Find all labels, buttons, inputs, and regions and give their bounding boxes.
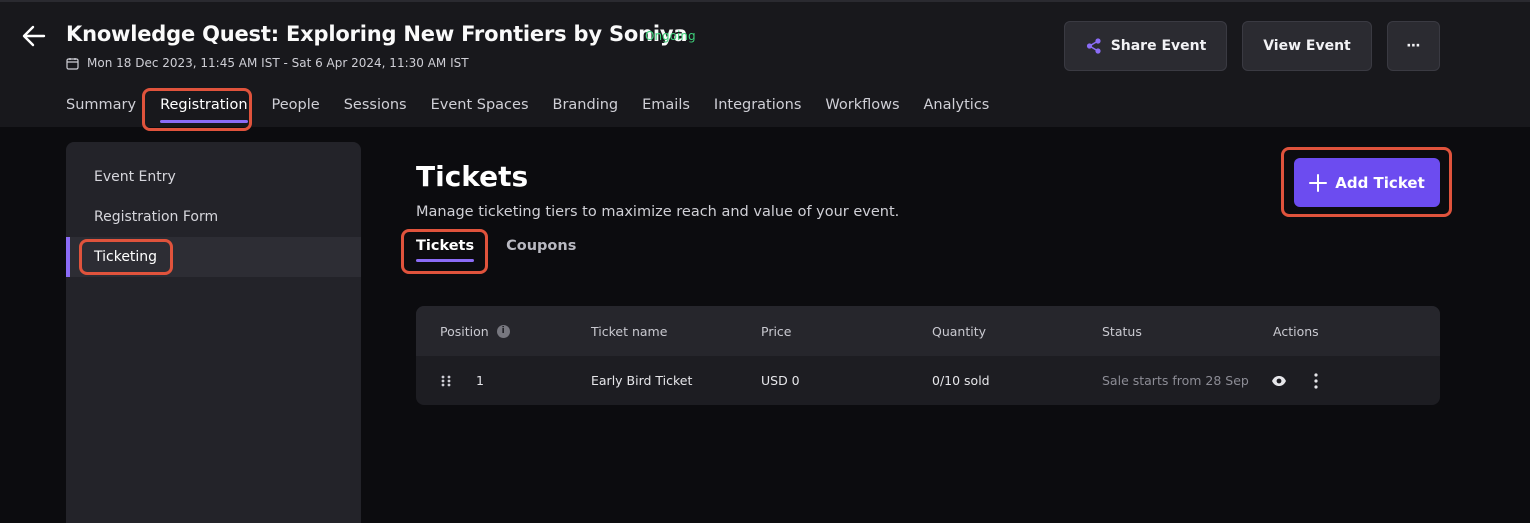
table-row: 1 Early Bird Ticket USD 0 0/10 sold Sale… [416, 356, 1440, 405]
tab-branding[interactable]: Branding [553, 97, 619, 113]
col-price: Price [761, 323, 792, 339]
more-horizontal-icon: ⋯ [1406, 38, 1421, 54]
col-status: Status [1102, 323, 1142, 339]
view-event-label: View Event [1263, 38, 1351, 54]
row-position: 1 [476, 373, 484, 388]
tab-event-spaces[interactable]: Event Spaces [431, 97, 529, 113]
tab-people[interactable]: People [272, 97, 320, 113]
tab-integrations[interactable]: Integrations [714, 97, 801, 113]
tab-emails[interactable]: Emails [642, 97, 690, 113]
sidebar-item-registration-form[interactable]: Registration Form [66, 197, 361, 237]
subtab-coupons[interactable]: Coupons [506, 238, 576, 254]
eye-icon[interactable] [1271, 356, 1287, 405]
add-ticket-button[interactable]: Add Ticket [1294, 158, 1440, 207]
share-event-button[interactable]: Share Event [1064, 21, 1227, 71]
drag-handle-icon[interactable] [440, 356, 452, 405]
row-ticket-name: Early Bird Ticket [591, 373, 693, 388]
add-ticket-label: Add Ticket [1335, 173, 1425, 192]
share-event-label: Share Event [1110, 38, 1207, 54]
col-position: Position i [440, 306, 510, 356]
page-title: Tickets [416, 160, 529, 193]
table-header: Position i Ticket name Price Quantity St… [416, 306, 1440, 356]
more-options-button[interactable]: ⋯ [1387, 21, 1440, 71]
tab-summary[interactable]: Summary [66, 97, 136, 113]
share-icon [1086, 38, 1101, 54]
tickets-table: Position i Ticket name Price Quantity St… [416, 306, 1440, 405]
row-quantity: 0/10 sold [932, 373, 990, 388]
sidebar-item-ticketing[interactable]: Ticketing [66, 237, 361, 277]
plus-icon [1309, 173, 1328, 192]
event-title: Knowledge Quest: Exploring New Frontiers… [66, 22, 688, 46]
event-date-range: Mon 18 Dec 2023, 11:45 AM IST - Sat 6 Ap… [66, 56, 469, 70]
status-badge: Ongoing [645, 29, 696, 43]
calendar-icon [66, 57, 79, 70]
tab-registration[interactable]: Registration [160, 97, 248, 123]
ticket-subtabs: Tickets Coupons [416, 238, 576, 262]
tab-sessions[interactable]: Sessions [344, 97, 407, 113]
page-subtitle: Manage ticketing tiers to maximize reach… [416, 204, 900, 220]
event-nav-tabs: Summary Registration People Sessions Eve… [66, 97, 1013, 123]
info-icon[interactable]: i [496, 324, 510, 338]
row-price: USD 0 [761, 373, 800, 388]
tab-analytics[interactable]: Analytics [924, 97, 990, 113]
more-vertical-icon[interactable] [1314, 356, 1318, 405]
date-text: Mon 18 Dec 2023, 11:45 AM IST - Sat 6 Ap… [87, 56, 469, 70]
event-header: Knowledge Quest: Exploring New Frontiers… [0, 0, 1530, 127]
col-actions: Actions [1273, 323, 1319, 339]
col-quantity: Quantity [932, 323, 987, 339]
row-status: Sale starts from 28 Sep [1102, 373, 1249, 388]
tab-workflows[interactable]: Workflows [825, 97, 899, 113]
col-ticket-name: Ticket name [591, 323, 668, 339]
view-event-button[interactable]: View Event [1242, 21, 1372, 71]
subtab-tickets[interactable]: Tickets [416, 238, 475, 262]
back-arrow-icon[interactable] [20, 22, 48, 50]
sidebar-item-event-entry[interactable]: Event Entry [66, 157, 361, 197]
registration-sidebar: Event Entry Registration Form Ticketing [66, 142, 361, 523]
